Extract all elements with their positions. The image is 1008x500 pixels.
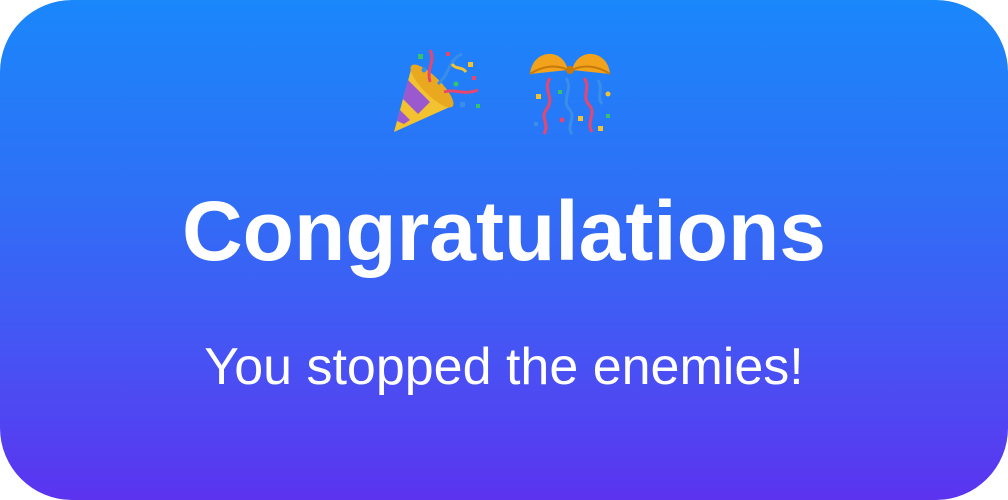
dialog-message: You stopped the enemies! <box>204 338 804 396</box>
celebration-icons <box>0 44 1008 144</box>
party-popper-icon <box>390 44 486 144</box>
confetti-ball-icon <box>522 44 618 144</box>
dialog-title: Congratulations <box>182 184 826 278</box>
congratulations-dialog: Congratulations You stopped the enemies! <box>0 0 1008 500</box>
